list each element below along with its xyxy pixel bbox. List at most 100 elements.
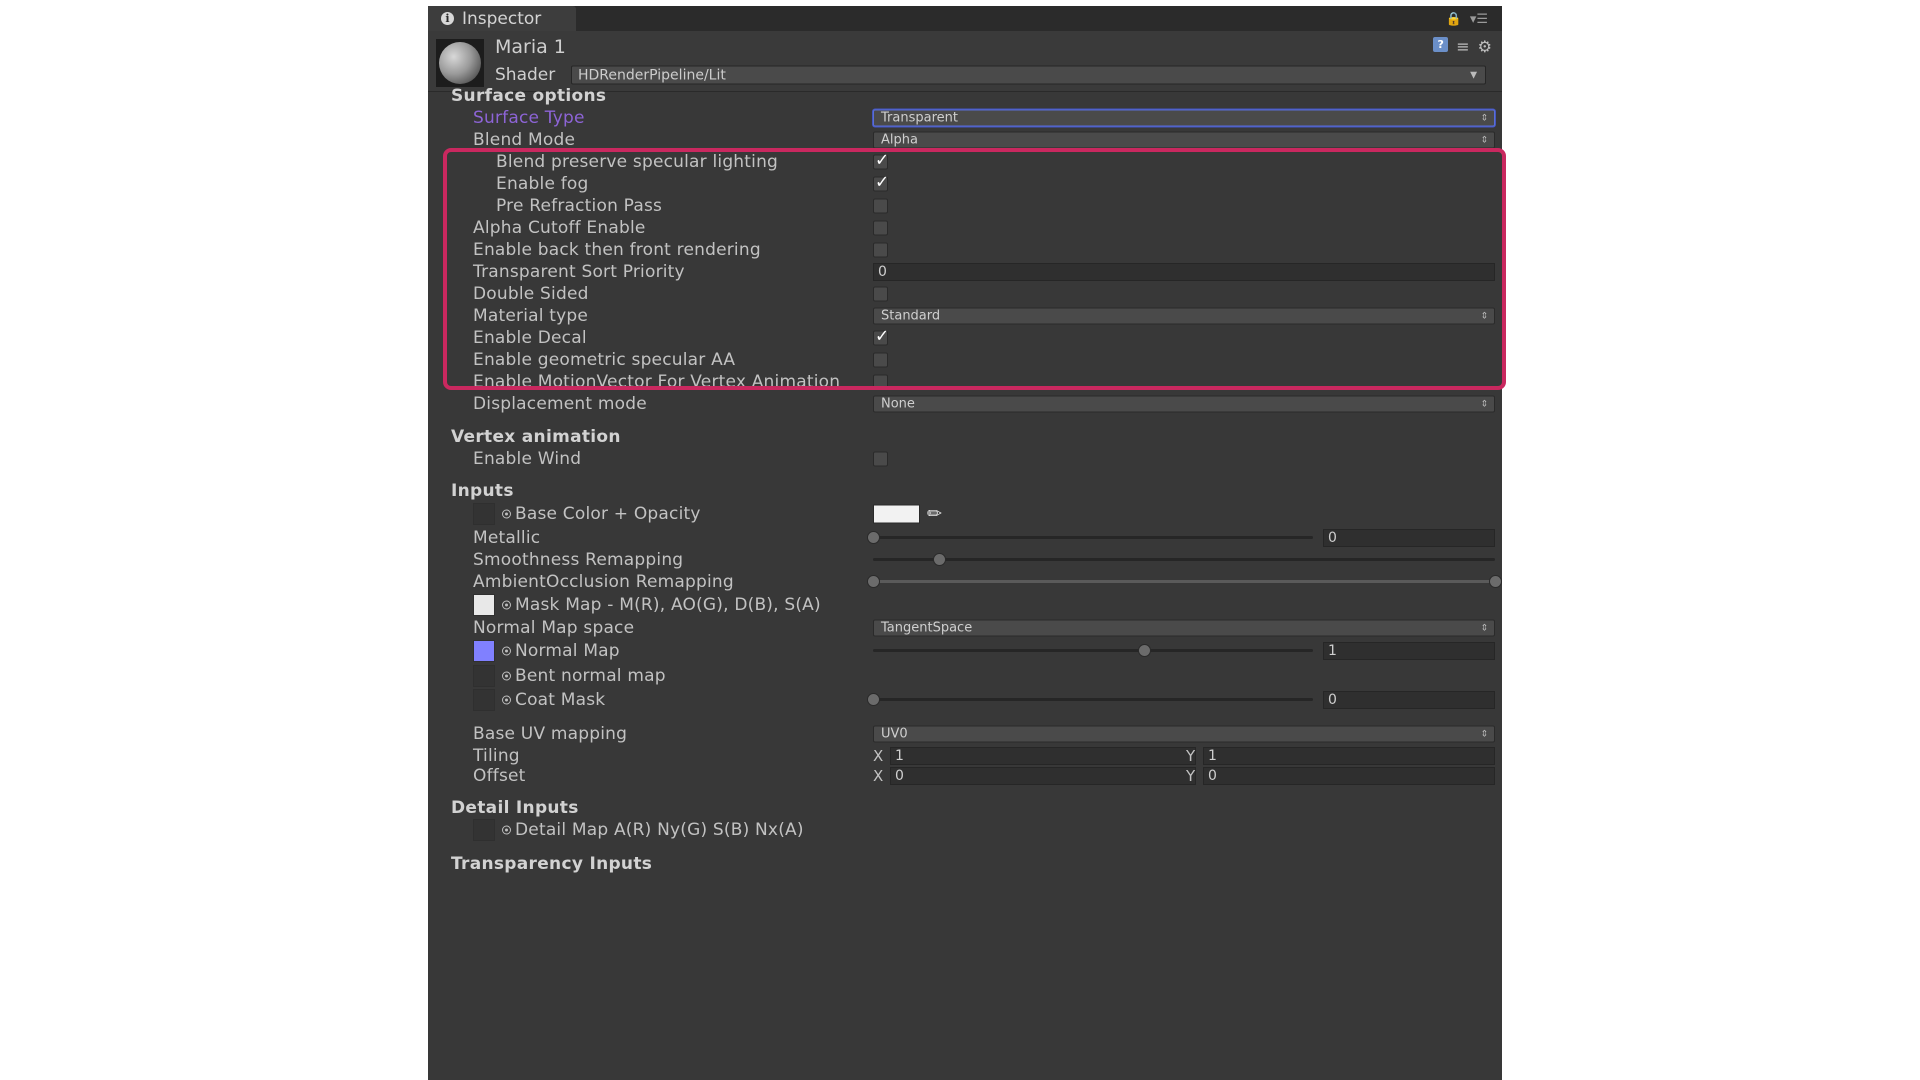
object-picker-icon[interactable] bbox=[502, 695, 511, 705]
motion-vector-checkbox[interactable] bbox=[873, 374, 888, 390]
offset-label: Offset bbox=[473, 766, 526, 786]
info-icon: i bbox=[441, 12, 454, 25]
section-title: Vertex animation bbox=[451, 427, 621, 447]
geometric-aa-checkbox[interactable] bbox=[873, 352, 888, 368]
tiling-y-field[interactable]: 1 bbox=[1203, 747, 1495, 765]
row-motion-vector: Enable MotionVector For Vertex Animation bbox=[428, 371, 1502, 393]
normal-space-dropdown[interactable]: TangentSpace ⇕ bbox=[873, 619, 1495, 637]
material-type-label: Material type bbox=[473, 306, 589, 326]
row-double-sided: Double Sided bbox=[428, 283, 1502, 305]
enable-fog-checkbox[interactable]: ✓ bbox=[873, 173, 889, 193]
pre-refraction-checkbox[interactable] bbox=[873, 198, 888, 214]
header-icons: ? ≡ ⚙ bbox=[1433, 37, 1492, 56]
enable-decal-checkbox[interactable]: ✓ bbox=[873, 327, 889, 347]
row-pre-refraction: Pre Refraction Pass bbox=[428, 195, 1502, 217]
offset-y-field[interactable]: 0 bbox=[1203, 767, 1495, 785]
blend-preserve-checkbox[interactable]: ✓ bbox=[873, 151, 889, 171]
normal-map-slider-track[interactable] bbox=[873, 649, 1313, 652]
row-geometric-aa: Enable geometric specular AA bbox=[428, 349, 1502, 371]
coat-mask-value-field[interactable]: 0 bbox=[1323, 691, 1495, 709]
gear-icon[interactable]: ⚙ bbox=[1478, 37, 1492, 56]
inspector-panel: i Inspector 🔒 ▾☰ Maria 1 Shader HDRender… bbox=[428, 6, 1502, 1080]
normal-space-label: Normal Map space bbox=[473, 618, 635, 638]
blend-mode-dropdown[interactable]: Alpha ⇕ bbox=[873, 131, 1495, 149]
row-tiling: Tiling X 1 Y 1 bbox=[428, 745, 1502, 767]
object-picker-icon[interactable] bbox=[502, 671, 511, 681]
smoothness-slider-track[interactable] bbox=[873, 558, 1495, 561]
object-picker-icon[interactable] bbox=[502, 509, 511, 519]
metallic-value-field[interactable]: 0 bbox=[1323, 529, 1495, 547]
base-color-texture-slot[interactable] bbox=[473, 503, 495, 525]
surface-type-label: Surface Type bbox=[473, 108, 585, 128]
shader-dropdown[interactable]: HDRenderPipeline/Lit ▼ bbox=[571, 65, 1486, 85]
tiling-x-field[interactable]: 1 bbox=[890, 747, 1196, 765]
row-normal-space: Normal Map space TangentSpace ⇕ bbox=[428, 617, 1502, 639]
dropdown-value: Standard bbox=[881, 308, 941, 324]
offset-x-field[interactable]: 0 bbox=[890, 767, 1196, 785]
chevron-updown-icon: ⇕ bbox=[1480, 729, 1488, 740]
alpha-cutoff-checkbox[interactable] bbox=[873, 220, 888, 236]
tab-menu-icon[interactable]: ▾☰ bbox=[1470, 12, 1488, 27]
enable-wind-checkbox[interactable] bbox=[873, 451, 888, 467]
enable-decal-label: Enable Decal bbox=[473, 328, 587, 348]
base-uv-dropdown[interactable]: UV0 ⇕ bbox=[873, 725, 1495, 743]
material-type-dropdown[interactable]: Standard ⇕ bbox=[873, 307, 1495, 325]
row-normal-map: Normal Map 1 bbox=[428, 639, 1502, 663]
section-title: Transparency Inputs bbox=[451, 854, 653, 874]
normal-map-value-field[interactable]: 1 bbox=[1323, 642, 1495, 660]
check-icon: ✓ bbox=[875, 150, 890, 171]
metallic-slider-thumb[interactable] bbox=[867, 531, 880, 544]
metallic-label: Metallic bbox=[473, 528, 541, 548]
metallic-slider-track[interactable] bbox=[873, 536, 1313, 539]
row-surface-type: Surface Type Transparent ⇕ bbox=[428, 107, 1502, 129]
base-color-label: Base Color + Opacity bbox=[515, 504, 701, 524]
normal-map-texture-slot[interactable] bbox=[473, 640, 495, 662]
coat-mask-slider-track[interactable] bbox=[873, 698, 1313, 701]
coat-mask-slider-thumb[interactable] bbox=[867, 693, 880, 706]
object-picker-icon[interactable] bbox=[502, 825, 511, 835]
section-surface-options: Surface options bbox=[428, 85, 1502, 107]
lock-icon[interactable]: 🔒 bbox=[1446, 12, 1462, 27]
motion-vector-label: Enable MotionVector For Vertex Animation bbox=[473, 372, 841, 392]
surface-type-dropdown[interactable]: Transparent ⇕ bbox=[873, 109, 1495, 127]
check-icon: ✓ bbox=[875, 172, 890, 193]
chevron-updown-icon: ⇕ bbox=[1480, 311, 1488, 322]
eyedropper-icon[interactable]: ✏ bbox=[927, 504, 942, 525]
tiling-x-label: X bbox=[873, 747, 884, 765]
back-front-checkbox[interactable] bbox=[873, 242, 888, 258]
double-sided-checkbox[interactable] bbox=[873, 286, 888, 302]
double-sided-label: Double Sided bbox=[473, 284, 589, 304]
shader-dropdown-value: HDRenderPipeline/Lit bbox=[578, 67, 726, 84]
row-back-front: Enable back then front rendering bbox=[428, 239, 1502, 261]
coat-mask-texture-slot[interactable] bbox=[473, 689, 495, 711]
tab-tools: 🔒 ▾☰ bbox=[1446, 12, 1488, 27]
object-picker-icon[interactable] bbox=[502, 646, 511, 656]
ao-remap-max-thumb[interactable] bbox=[1489, 575, 1502, 588]
tab-inspector[interactable]: i Inspector bbox=[428, 6, 576, 31]
ao-remap-slider-track[interactable] bbox=[873, 580, 1495, 583]
ao-remap-label: AmbientOcclusion Remapping bbox=[473, 572, 734, 592]
blend-preserve-label: Blend preserve specular lighting bbox=[496, 152, 779, 172]
displacement-dropdown[interactable]: None ⇕ bbox=[873, 395, 1495, 413]
ao-remap-min-thumb[interactable] bbox=[867, 575, 880, 588]
bent-normal-texture-slot[interactable] bbox=[473, 665, 495, 687]
sort-priority-field[interactable]: 0 bbox=[873, 263, 1495, 281]
preset-icon[interactable]: ≡ bbox=[1456, 37, 1469, 56]
row-mask-map: Mask Map - M(R), AO(G), D(B), S(A) bbox=[428, 593, 1502, 617]
sort-priority-label: Transparent Sort Priority bbox=[473, 262, 685, 282]
dropdown-value: None bbox=[881, 396, 915, 412]
geometric-aa-label: Enable geometric specular AA bbox=[473, 350, 736, 370]
row-coat-mask: Coat Mask 0 bbox=[428, 688, 1502, 712]
tab-inspector-label: Inspector bbox=[462, 8, 542, 29]
mask-map-texture-slot[interactable] bbox=[473, 594, 495, 616]
smoothness-slider-thumb[interactable] bbox=[933, 553, 946, 566]
normal-map-slider-thumb[interactable] bbox=[1138, 644, 1151, 657]
detail-map-texture-slot[interactable] bbox=[473, 819, 495, 841]
object-picker-icon[interactable] bbox=[502, 600, 511, 610]
base-color-swatch[interactable] bbox=[873, 504, 920, 524]
section-detail-inputs: Detail Inputs bbox=[428, 797, 1502, 819]
row-base-uv: Base UV mapping UV0 ⇕ bbox=[428, 723, 1502, 745]
row-enable-wind: Enable Wind bbox=[428, 448, 1502, 470]
chevron-updown-icon: ⇕ bbox=[1480, 623, 1488, 634]
help-icon[interactable]: ? bbox=[1433, 37, 1449, 52]
